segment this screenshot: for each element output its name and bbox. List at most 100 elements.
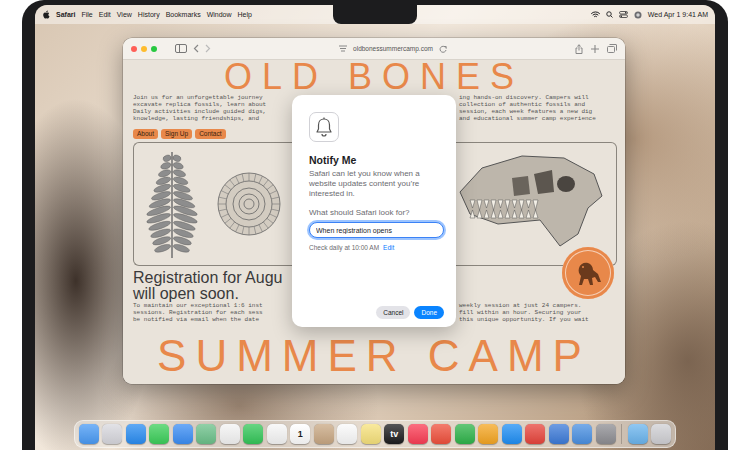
body-text-line: excavate replica fossils, learn about — [133, 101, 292, 108]
dock: 1 tv — [35, 420, 715, 448]
site-nav: AboutSign UpContact — [123, 126, 292, 142]
body-text-line: weekly session at just 24 campers. — [459, 302, 625, 309]
menu-item[interactable]: File — [81, 11, 92, 18]
dock-app-icon[interactable] — [502, 424, 522, 444]
zoom-button[interactable] — [151, 46, 157, 52]
details-text: To maintain our exceptional 1:6 instsess… — [123, 302, 292, 327]
dock-app-icon[interactable] — [102, 424, 122, 444]
dock-app-icon[interactable] — [149, 424, 169, 444]
dock-app-icon[interactable] — [572, 424, 592, 444]
dialog-description: Safari can let you know when a website u… — [309, 169, 444, 199]
heading-line: will open soon. — [133, 286, 292, 302]
fossil-gallery — [456, 142, 617, 266]
menu-item[interactable]: Help — [238, 11, 252, 18]
menu-bar-right: Wed Apr 1 9:41 AM — [591, 11, 708, 19]
safari-toolbar: oldbonessummercamp.com — [123, 38, 625, 60]
app-icon-label: 1 — [298, 429, 303, 439]
nav-button[interactable]: Sign Up — [161, 129, 192, 139]
nav-button[interactable]: About — [133, 129, 158, 139]
trash-icon[interactable] — [651, 424, 671, 444]
back-chevron-icon[interactable] — [193, 44, 199, 53]
page-menu-icon[interactable] — [339, 45, 347, 52]
siri-icon[interactable] — [634, 11, 642, 19]
sidebar-icon[interactable] — [175, 44, 187, 53]
dock-separator — [621, 424, 622, 444]
body-text-line: fill within an hour. Securing your — [459, 309, 625, 316]
notification-badge — [309, 112, 339, 142]
share-icon[interactable] — [575, 44, 583, 54]
dock-app-icon[interactable] — [361, 424, 381, 444]
dialog-buttons: Cancel Done — [309, 306, 444, 319]
search-icon[interactable] — [606, 11, 613, 18]
body-text-line: session, each week features a new dig — [459, 108, 625, 115]
nav-button[interactable]: Contact — [195, 129, 225, 139]
fern-fossil-icon — [142, 148, 202, 260]
body-text-line: To maintain our exceptional 1:6 inst — [133, 302, 292, 309]
camera-notch — [333, 5, 417, 24]
body-text-line: Join us for an unforgettable journey — [133, 94, 292, 101]
dock-app-icon[interactable] — [478, 424, 498, 444]
dialog-prompt: What should Safari look for? — [309, 208, 444, 217]
body-text-line: sessions. Registration for each sess — [133, 309, 292, 316]
menu-item[interactable]: History — [138, 11, 160, 18]
dock-app-icon[interactable] — [267, 424, 287, 444]
reload-icon[interactable] — [439, 45, 447, 53]
dock-app-icon[interactable]: tv — [384, 424, 404, 444]
control-center-icon[interactable] — [619, 11, 628, 18]
site-footer: SUMMER CAMP — [123, 327, 625, 384]
minimize-button[interactable] — [141, 46, 147, 52]
dock-app-icon[interactable] — [455, 424, 475, 444]
body-text-line: knowledge, lasting friendships, and — [133, 115, 292, 122]
dock-app-icon[interactable] — [549, 424, 569, 444]
address-bar[interactable]: oldbonessummercamp.com — [217, 45, 569, 53]
dock-app-icon[interactable]: 1 — [290, 424, 310, 444]
new-tab-icon[interactable] — [591, 45, 599, 53]
apple-icon[interactable] — [42, 10, 50, 19]
dock-app-icon[interactable] — [314, 424, 334, 444]
body-text-line: this unique opportunity. If you wait — [459, 316, 625, 323]
search-phrase-field[interactable] — [309, 222, 444, 238]
cancel-button[interactable]: Cancel — [376, 306, 410, 319]
ammonite-fossil-icon — [216, 171, 282, 237]
wifi-icon[interactable] — [591, 11, 600, 18]
t-rex-skull-icon — [456, 148, 606, 260]
app-icon-label: tv — [390, 429, 398, 439]
edit-link[interactable]: Edit — [383, 244, 394, 251]
menu-item[interactable]: Edit — [99, 11, 111, 18]
heading-line: Registration for Augu — [133, 270, 292, 286]
menu-item[interactable]: Window — [207, 11, 232, 18]
body-text-line: and educational summer camp experience — [459, 115, 625, 122]
menu-bar-left: Safari File Edit View History Bookmarks Window… — [42, 10, 252, 19]
tab-overview-icon[interactable] — [607, 44, 617, 53]
dialog-title: Notify Me — [309, 154, 444, 166]
site-header: OLD BONES — [123, 60, 625, 94]
dock-app-icon[interactable] — [220, 424, 240, 444]
registration-heading: Registration for Auguwill open soon. — [123, 270, 292, 302]
forward-chevron-icon[interactable] — [205, 44, 211, 53]
dock-app-icon[interactable] — [337, 424, 357, 444]
schedule-text: Check daily at 10:00 AM — [309, 244, 379, 251]
bell-icon — [315, 117, 333, 137]
details-text: weekly session at just 24 campers.fill w… — [456, 302, 625, 327]
notify-me-dialog: Notify Me Safari can let you know when a … — [292, 95, 456, 327]
clock[interactable]: Wed Apr 1 9:41 AM — [648, 11, 708, 18]
downloads-folder-icon[interactable] — [628, 424, 648, 444]
dock-app-icon[interactable] — [173, 424, 193, 444]
menu-item[interactable]: Bookmarks — [166, 11, 201, 18]
dock-app-icon[interactable] — [408, 424, 428, 444]
menu-item[interactable]: View — [117, 11, 132, 18]
dock-app-icon[interactable] — [196, 424, 216, 444]
site-title: OLD BONES — [224, 60, 524, 94]
dock-app-icon[interactable] — [126, 424, 146, 444]
toolbar-actions — [575, 44, 617, 54]
done-button[interactable]: Done — [414, 306, 444, 319]
url-text[interactable]: oldbonessummercamp.com — [353, 45, 433, 52]
dock-app-icon[interactable] — [525, 424, 545, 444]
dock-app-icon[interactable] — [79, 424, 99, 444]
dock-app-icon[interactable] — [243, 424, 263, 444]
desktop: Safari File Edit View History Bookmarks Window… — [35, 5, 715, 450]
dock-app-icon[interactable] — [431, 424, 451, 444]
close-button[interactable] — [131, 46, 137, 52]
menu-app-name[interactable]: Safari — [56, 11, 75, 18]
dock-app-icon[interactable] — [596, 424, 616, 444]
